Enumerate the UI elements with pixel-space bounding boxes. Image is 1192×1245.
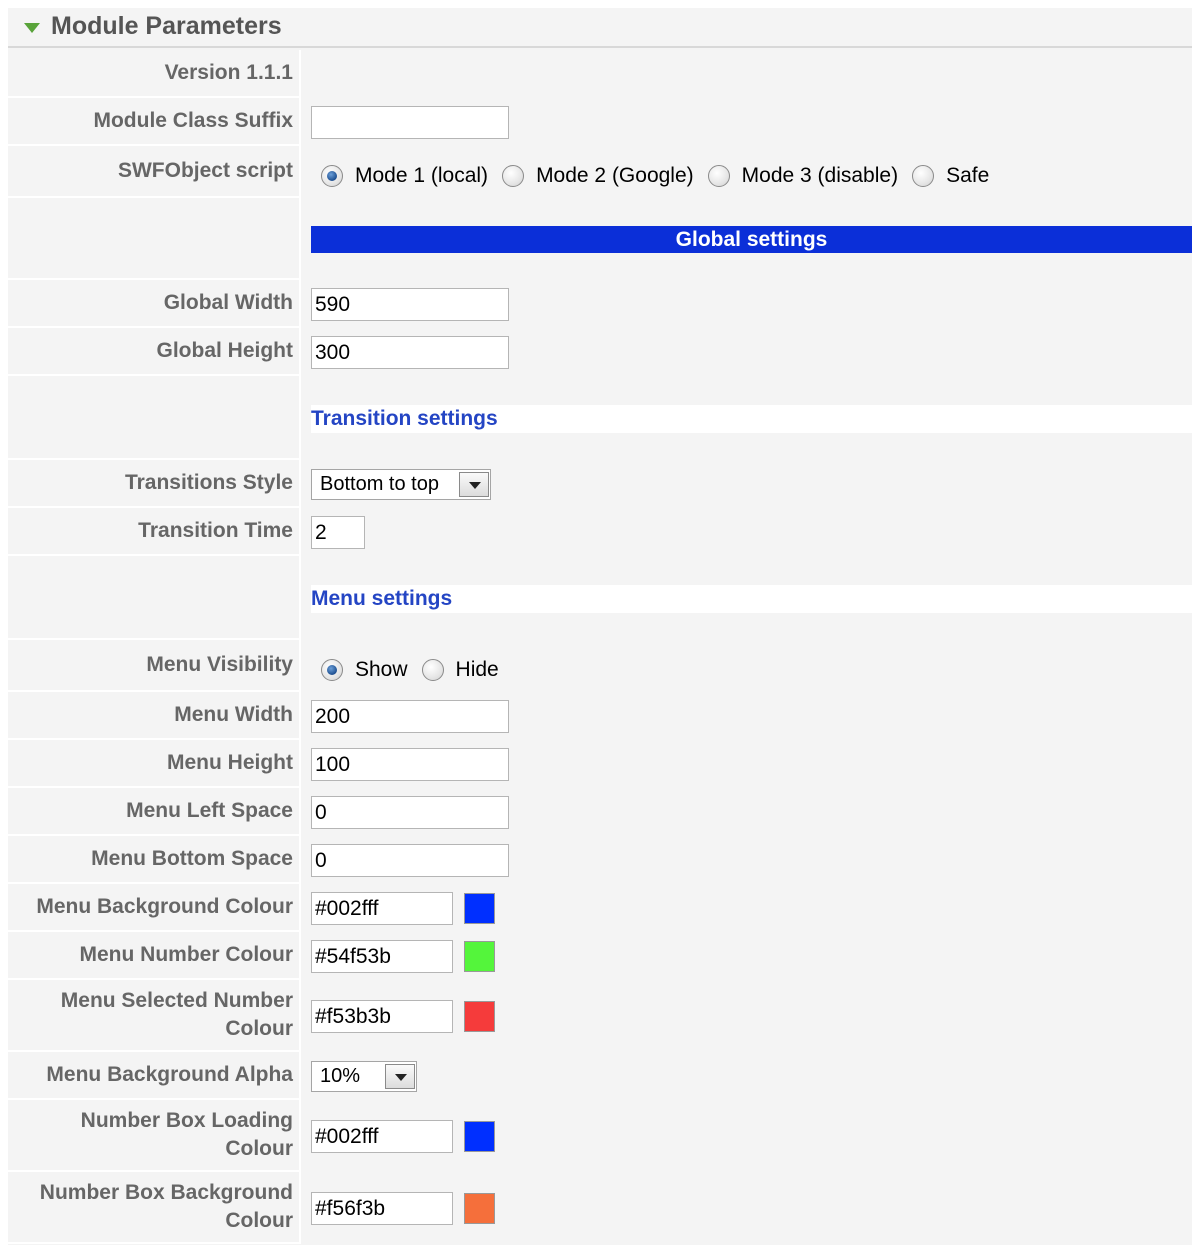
number-box-background-colour-swatch[interactable] bbox=[464, 1192, 495, 1224]
menu-selected-number-colour-label: Menu Selected Number Colour bbox=[8, 980, 301, 1052]
global-width-label: Global Width bbox=[8, 280, 301, 328]
global-height-label: Global Height bbox=[8, 328, 301, 376]
menu-number-colour-row: Menu Number Colour #54f53b bbox=[8, 932, 1192, 980]
menu-visibility-label: Menu Visibility bbox=[8, 640, 301, 692]
menu-background-colour-input[interactable]: #002fff bbox=[311, 891, 453, 925]
menu-bottom-space-input[interactable]: 0 bbox=[311, 843, 509, 877]
menu-background-colour-row: Menu Background Colour #002fff bbox=[8, 884, 1192, 932]
transition-settings-section-row: Transition settings bbox=[8, 376, 1192, 460]
transitions-style-label: Transitions Style bbox=[8, 460, 301, 508]
menu-left-space-row: Menu Left Space 0 bbox=[8, 788, 1192, 836]
menu-width-input[interactable]: 200 bbox=[311, 699, 509, 733]
menu-width-row: Menu Width 200 bbox=[8, 692, 1192, 740]
menu-background-alpha-value: 10% bbox=[320, 1064, 361, 1087]
number-box-background-colour-label: Number Box Background Colour bbox=[8, 1172, 301, 1244]
number-box-loading-colour-label: Number Box Loading Colour bbox=[8, 1100, 301, 1172]
swfobject-radio-group: Mode 1 (local) Mode 2 (Google) Mode 3 (d… bbox=[311, 164, 993, 188]
menu-settings-header: Menu settings bbox=[311, 585, 1192, 613]
menu-height-row: Menu Height 100 bbox=[8, 740, 1192, 788]
swfobject-option-safe[interactable]: Safe bbox=[946, 164, 989, 188]
menu-visibility-radio-hide[interactable] bbox=[421, 659, 444, 681]
menu-selected-number-colour-label-line1: Menu Selected Number bbox=[60, 989, 293, 1012]
menu-visibility-radio-show[interactable] bbox=[321, 659, 343, 681]
menu-background-alpha-label: Menu Background Alpha bbox=[8, 1052, 301, 1100]
version-row: Version 1.1.1 bbox=[8, 50, 1192, 98]
expand-triangle-icon[interactable] bbox=[24, 23, 40, 33]
menu-settings-section-row: Menu settings bbox=[8, 556, 1192, 640]
global-height-input[interactable]: 300 bbox=[311, 335, 509, 369]
menu-background-colour-swatch[interactable] bbox=[464, 892, 495, 924]
global-width-row: Global Width 590 bbox=[8, 280, 1192, 328]
number-box-background-colour-row: Number Box Background Colour #f56f3b bbox=[8, 1172, 1192, 1244]
panel-title: Module Parameters bbox=[51, 12, 282, 40]
swfobject-radio-mode1[interactable] bbox=[321, 165, 343, 187]
number-box-loading-colour-label-line1: Number Box Loading bbox=[80, 1109, 293, 1132]
number-box-background-colour-label-line2: Colour bbox=[225, 1209, 293, 1232]
swfobject-option-mode3[interactable]: Mode 3 (disable) bbox=[742, 164, 898, 188]
menu-selected-number-colour-input[interactable]: #f53b3b bbox=[311, 999, 453, 1033]
menu-bottom-space-row: Menu Bottom Space 0 bbox=[8, 836, 1192, 884]
module-class-suffix-label: Module Class Suffix bbox=[8, 98, 301, 146]
number-box-loading-colour-row: Number Box Loading Colour #002fff bbox=[8, 1100, 1192, 1172]
menu-visibility-option-show[interactable]: Show bbox=[355, 658, 408, 682]
number-box-loading-colour-input[interactable]: #002fff bbox=[311, 1119, 453, 1153]
menu-visibility-option-hide[interactable]: Hide bbox=[456, 658, 499, 682]
menu-height-input[interactable]: 100 bbox=[311, 747, 509, 781]
transition-time-label: Transition Time bbox=[8, 508, 301, 556]
menu-width-label: Menu Width bbox=[8, 692, 301, 740]
menu-left-space-label: Menu Left Space bbox=[8, 788, 301, 836]
swfobject-radio-safe[interactable] bbox=[912, 165, 935, 187]
transitions-style-select[interactable]: Bottom to top bbox=[311, 468, 491, 500]
menu-bottom-space-label: Menu Bottom Space bbox=[8, 836, 301, 884]
swfobject-option-mode1[interactable]: Mode 1 (local) bbox=[355, 164, 488, 188]
menu-selected-number-colour-row: Menu Selected Number Colour #f53b3b bbox=[8, 980, 1192, 1052]
global-height-row: Global Height 300 bbox=[8, 328, 1192, 376]
number-box-background-colour-input[interactable]: #f56f3b bbox=[311, 1191, 453, 1225]
menu-number-colour-label: Menu Number Colour bbox=[8, 932, 301, 980]
swfobject-row: SWFObject script Mode 1 (local) Mode 2 (… bbox=[8, 146, 1192, 198]
chevron-down-icon[interactable] bbox=[459, 471, 489, 497]
transitions-style-value: Bottom to top bbox=[320, 472, 439, 495]
menu-visibility-row: Menu Visibility Show Hide bbox=[8, 640, 1192, 692]
chevron-down-icon[interactable] bbox=[385, 1063, 415, 1089]
menu-left-space-input[interactable]: 0 bbox=[311, 795, 509, 829]
swfobject-label: SWFObject script bbox=[8, 146, 301, 198]
number-box-loading-colour-label-line2: Colour bbox=[225, 1137, 293, 1160]
menu-number-colour-swatch[interactable] bbox=[464, 940, 495, 972]
transition-time-input[interactable]: 2 bbox=[311, 515, 365, 549]
swfobject-radio-mode2[interactable] bbox=[502, 165, 525, 187]
module-parameters-panel: Module Parameters Version 1.1.1 Module C… bbox=[8, 8, 1192, 1245]
menu-height-label: Menu Height bbox=[8, 740, 301, 788]
module-class-suffix-input[interactable] bbox=[311, 105, 509, 139]
menu-background-colour-label: Menu Background Colour bbox=[8, 884, 301, 932]
global-settings-section-row: Global settings bbox=[8, 198, 1192, 280]
number-box-loading-colour-swatch[interactable] bbox=[464, 1120, 495, 1152]
number-box-background-colour-label-line1: Number Box Background bbox=[39, 1181, 293, 1204]
global-settings-header: Global settings bbox=[311, 226, 1192, 253]
transition-settings-header: Transition settings bbox=[311, 405, 1192, 433]
version-label: Version 1.1.1 bbox=[8, 50, 301, 98]
menu-background-alpha-row: Menu Background Alpha 10% bbox=[8, 1052, 1192, 1100]
menu-selected-number-colour-label-line2: Colour bbox=[225, 1017, 293, 1040]
transition-time-row: Transition Time 2 bbox=[8, 508, 1192, 556]
menu-visibility-radio-group: Show Hide bbox=[311, 658, 503, 682]
transitions-style-row: Transitions Style Bottom to top bbox=[8, 460, 1192, 508]
swfobject-radio-mode3[interactable] bbox=[707, 165, 730, 187]
menu-selected-number-colour-swatch[interactable] bbox=[464, 1000, 495, 1032]
module-class-suffix-row: Module Class Suffix bbox=[8, 98, 1192, 146]
panel-header[interactable]: Module Parameters bbox=[8, 8, 1192, 48]
swfobject-option-mode2[interactable]: Mode 2 (Google) bbox=[536, 164, 694, 188]
menu-background-alpha-select[interactable]: 10% bbox=[311, 1060, 417, 1092]
menu-number-colour-input[interactable]: #54f53b bbox=[311, 939, 453, 973]
global-width-input[interactable]: 590 bbox=[311, 287, 509, 321]
